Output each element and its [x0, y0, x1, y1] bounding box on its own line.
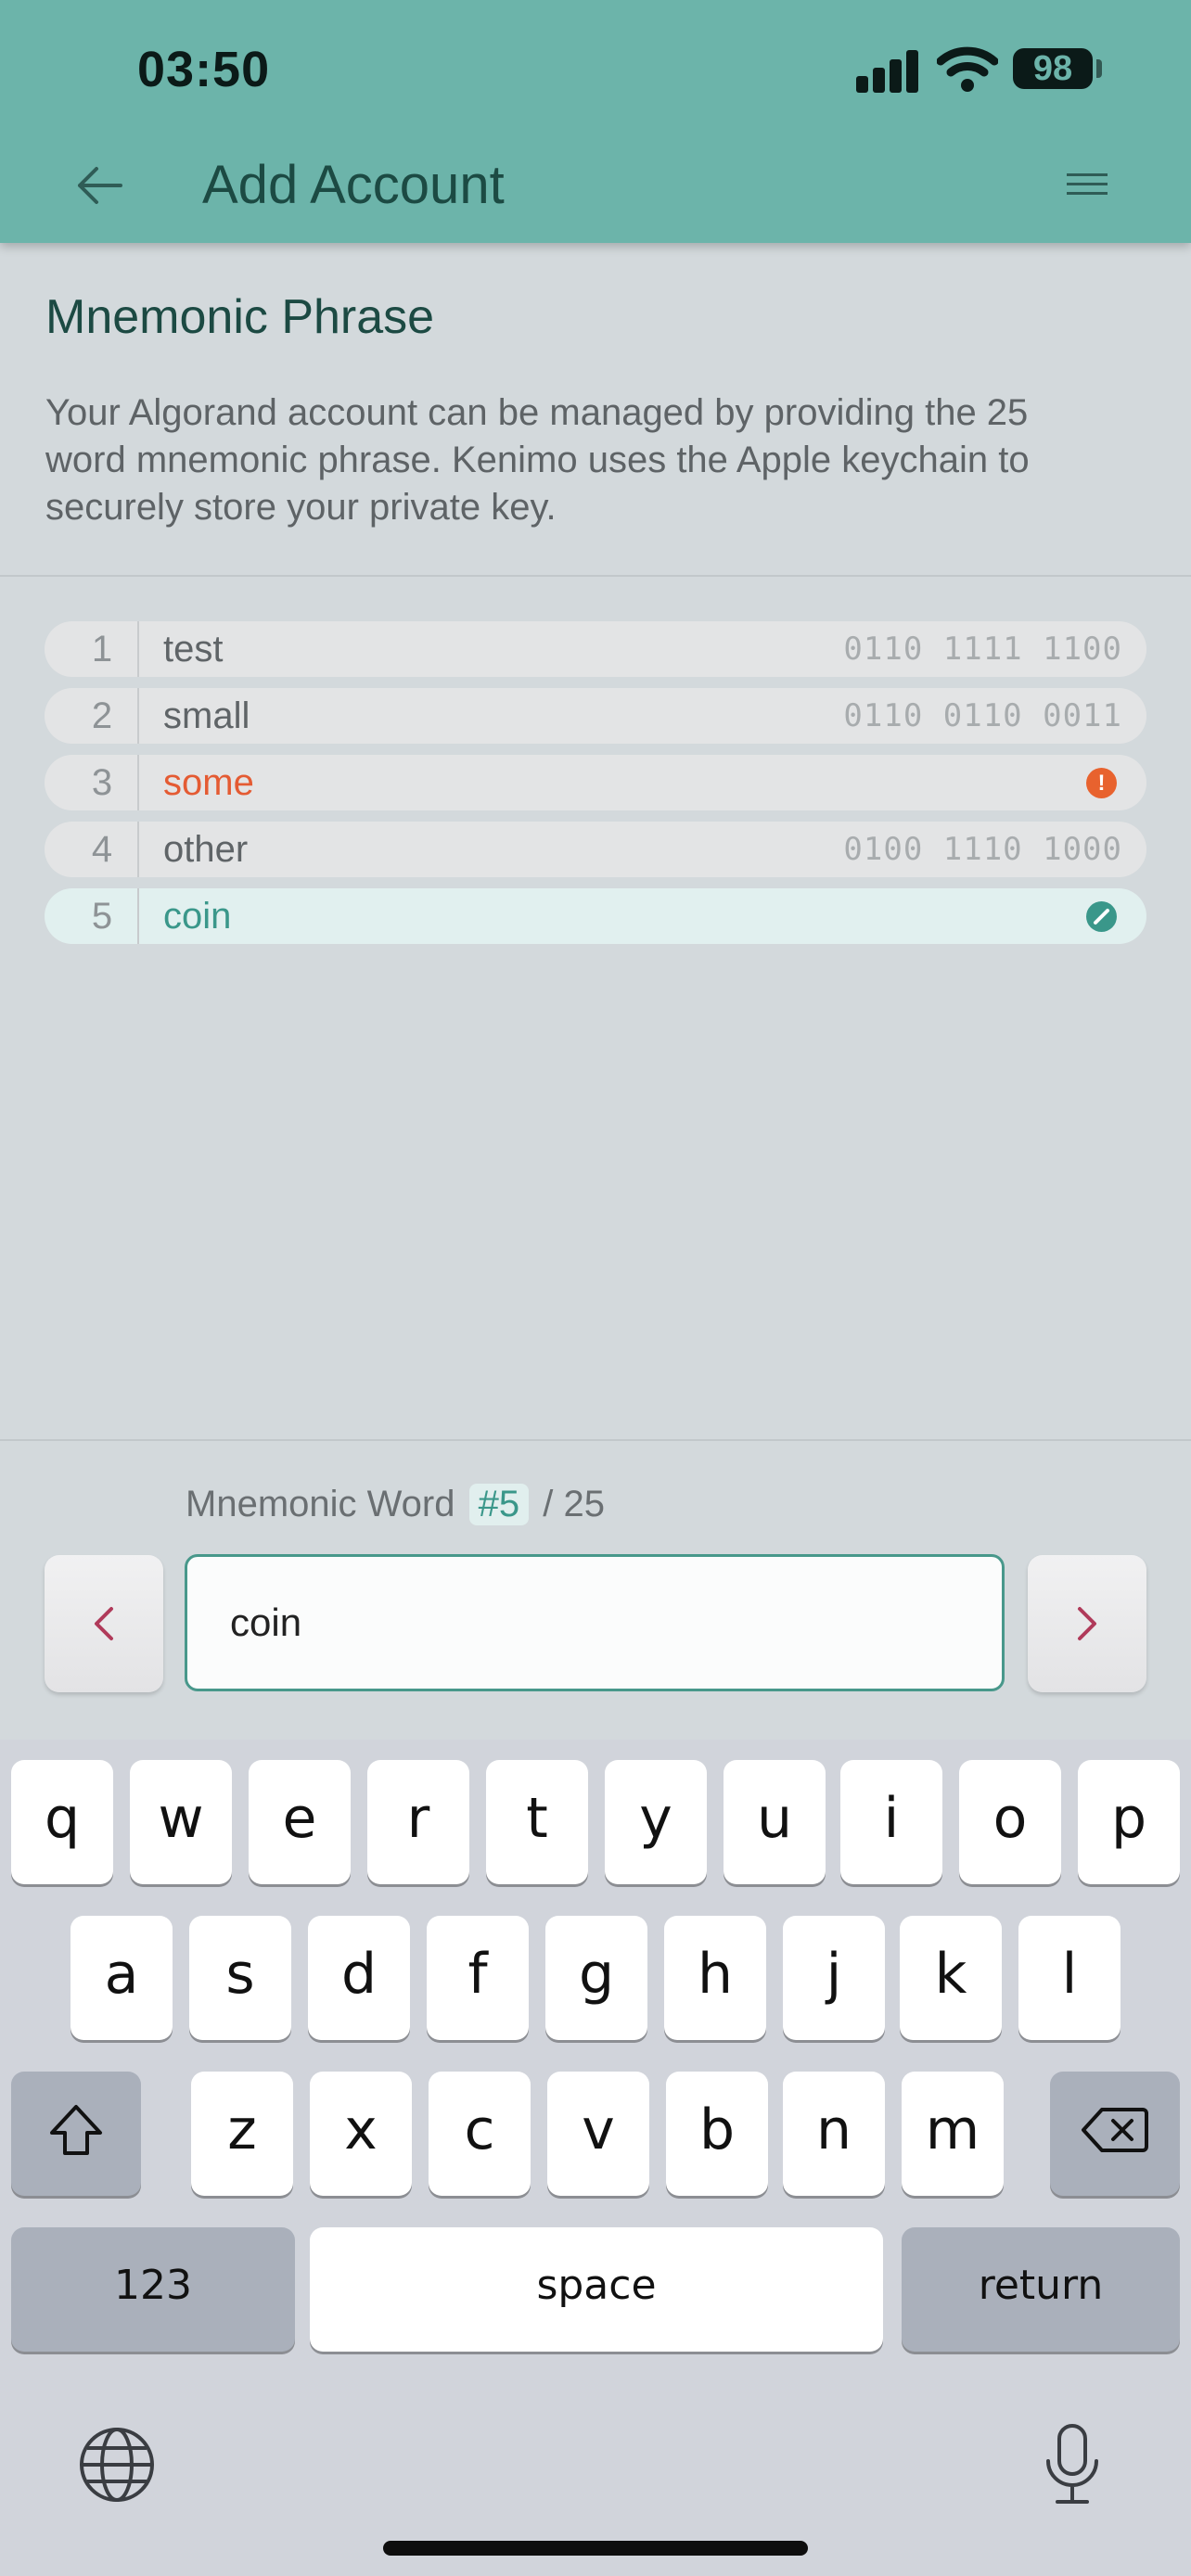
mnemonic-word-input[interactable]: coin [185, 1554, 1005, 1691]
return-key[interactable]: return [902, 2227, 1180, 2352]
numbers-key[interactable]: 123 [11, 2227, 295, 2352]
key-f[interactable]: f [427, 1916, 529, 2040]
status-time: 03:50 [137, 42, 271, 97]
key-r[interactable]: r [367, 1760, 469, 1884]
key-l[interactable]: l [1018, 1916, 1121, 2040]
key-m[interactable]: m [902, 2072, 1004, 2196]
intro-line: securely store your private key. [45, 487, 557, 528]
chevron-left-icon [95, 1607, 113, 1640]
word-row-1[interactable]: 1 test 0110 1111 1100 [45, 621, 1146, 677]
word-number: 2 [45, 688, 139, 744]
home-indicator [383, 2541, 808, 2556]
shift-key[interactable] [11, 2072, 141, 2196]
key-h[interactable]: h [664, 1916, 766, 2040]
backspace-icon [1082, 2108, 1148, 2152]
back-arrow-icon[interactable] [72, 158, 126, 213]
word-text: small [163, 695, 250, 736]
battery-tip [1096, 59, 1102, 78]
word-number: 1 [45, 621, 139, 677]
menu-icon[interactable] [1067, 172, 1109, 201]
key-e[interactable]: e [249, 1760, 351, 1884]
page-title: Add Account [202, 155, 505, 215]
key-x[interactable]: x [310, 2072, 412, 2196]
delete-key[interactable] [1050, 2072, 1180, 2196]
mnemonic-word-list: 1 test 0110 1111 1100 2 small 0110 0110 … [45, 621, 1146, 955]
key-b[interactable]: b [666, 2072, 768, 2196]
previous-word-button[interactable] [45, 1555, 163, 1692]
shift-arrow-icon [50, 2105, 102, 2155]
globe-icon[interactable] [78, 2426, 156, 2504]
word-row-3[interactable]: 3 some ! [45, 755, 1146, 810]
intro-line: Your Algorand account can be managed by … [45, 392, 1029, 433]
input-label: Mnemonic Word #5 / 25 [186, 1484, 605, 1525]
word-row-2[interactable]: 2 small 0110 0110 0011 [45, 688, 1146, 744]
key-u[interactable]: u [724, 1760, 826, 1884]
pencil-icon [1086, 901, 1117, 932]
current-word-badge: #5 [468, 1484, 530, 1525]
word-number: 3 [45, 755, 139, 810]
chevron-right-icon [1078, 1607, 1096, 1640]
word-text: other [163, 829, 249, 870]
exclamation-icon: ! [1086, 768, 1117, 798]
word-number: 5 [45, 888, 139, 944]
key-i[interactable]: i [840, 1760, 942, 1884]
section-title: Mnemonic Phrase [45, 290, 435, 344]
ios-keyboard: q w e r t y u i o p a s d f g h j k l z … [0, 1740, 1191, 2576]
key-s[interactable]: s [189, 1916, 291, 2040]
app-header: 03:50 98 Add Account [0, 0, 1191, 243]
key-n[interactable]: n [783, 2072, 885, 2196]
key-q[interactable]: q [11, 1760, 113, 1884]
wifi-icon [937, 46, 998, 92]
word-bits: 0100 1110 1000 [843, 831, 1122, 868]
word-text: coin [163, 896, 232, 937]
word-text: some [163, 762, 254, 803]
key-o[interactable]: o [959, 1760, 1061, 1884]
word-text: test [163, 629, 224, 670]
next-word-button[interactable] [1028, 1555, 1146, 1692]
battery-icon: 98 [1013, 48, 1093, 89]
word-bits: 0110 0110 0011 [843, 697, 1122, 734]
word-bits: 0110 1111 1100 [843, 631, 1122, 668]
microphone-icon[interactable] [1041, 2422, 1104, 2507]
word-row-4[interactable]: 4 other 0100 1110 1000 [45, 822, 1146, 877]
word-row-5[interactable]: 5 coin [45, 888, 1146, 944]
intro-text: Your Algorand account can be managed by … [45, 389, 1159, 531]
key-z[interactable]: z [191, 2072, 293, 2196]
key-t[interactable]: t [486, 1760, 588, 1884]
key-a[interactable]: a [70, 1916, 173, 2040]
key-p[interactable]: p [1078, 1760, 1180, 1884]
divider [0, 575, 1191, 577]
key-g[interactable]: g [545, 1916, 647, 2040]
key-y[interactable]: y [605, 1760, 707, 1884]
key-d[interactable]: d [308, 1916, 410, 2040]
key-w[interactable]: w [130, 1760, 232, 1884]
key-c[interactable]: c [429, 2072, 531, 2196]
word-number: 4 [45, 822, 139, 877]
key-v[interactable]: v [547, 2072, 649, 2196]
input-label-text: Mnemonic Word [186, 1484, 455, 1524]
key-j[interactable]: j [783, 1916, 885, 2040]
total-words: / 25 [543, 1484, 605, 1524]
divider [0, 1439, 1191, 1441]
intro-line: word mnemonic phrase. Kenimo uses the Ap… [45, 440, 1030, 480]
key-k[interactable]: k [900, 1916, 1002, 2040]
cellular-signal-icon [856, 46, 921, 93]
space-key[interactable]: space [310, 2227, 883, 2352]
